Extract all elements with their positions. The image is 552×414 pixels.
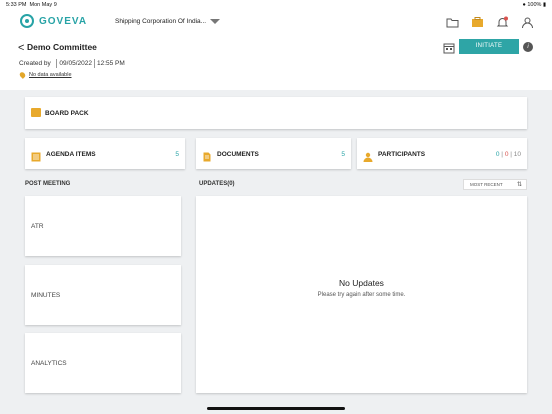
documents-count: 5 <box>341 151 345 158</box>
post-meeting-item-label: MINUTES <box>31 292 61 299</box>
organization-name: Shipping Corporation Of India... <box>115 18 207 25</box>
board-pack-label: BOARD PACK <box>45 110 89 117</box>
back-icon[interactable]: < <box>18 42 24 54</box>
post-meeting-item-atr[interactable]: ATR <box>25 196 181 256</box>
empty-state-title: No Updates <box>339 278 384 288</box>
agenda-icon <box>31 149 41 162</box>
sort-label: MOST RECENT <box>470 182 503 187</box>
participants-count-declined: 0 <box>504 151 509 158</box>
created-date: 09/05/2022 <box>59 60 92 68</box>
logo-icon <box>20 14 34 28</box>
briefcase-icon <box>31 108 41 117</box>
post-meeting-item-label: ATR <box>31 223 44 230</box>
location-text: No data available <box>29 72 72 78</box>
created-info: Created by 09/05/2022 12:55 PM <box>19 59 125 68</box>
post-meeting-item-analytics[interactable]: ANALYTICS <box>25 333 181 393</box>
status-battery: ● 100% ▮ <box>522 2 547 8</box>
sort-icon: ⇅ <box>516 182 522 188</box>
sort-dropdown[interactable]: MOST RECENT ⇅ <box>463 179 527 190</box>
created-time: 12:55 PM <box>96 60 125 68</box>
status-bar: 5:33 PM Mon May 9 ● 100% ▮ <box>0 0 552 10</box>
agenda-items-label: AGENDA ITEMS <box>46 151 96 158</box>
participants-label: PARTICIPANTS <box>378 151 426 158</box>
divider <box>93 59 95 68</box>
chevron-down-icon <box>210 19 221 24</box>
briefcase-icon[interactable] <box>471 16 484 29</box>
documents-card[interactable]: DOCUMENTS 5 <box>196 138 351 169</box>
calendar-icon[interactable] <box>443 41 455 54</box>
post-meeting-item-label: ANALYTICS <box>31 360 67 367</box>
initiate-button[interactable]: INITIATE <box>459 39 519 54</box>
divider <box>56 59 58 68</box>
empty-state-subtitle: Please try again after some time. <box>317 292 406 298</box>
location-pin-icon <box>18 71 27 79</box>
participants-count-total: 10 <box>513 151 521 158</box>
participants-counts: 0 | 0 | 10 <box>495 151 521 158</box>
board-pack-card[interactable]: BOARD PACK <box>25 97 527 129</box>
user-icon[interactable] <box>521 16 534 29</box>
documents-label: DOCUMENTS <box>217 151 259 158</box>
top-bar: GOVEVA Shipping Corporation Of India... <box>0 10 552 37</box>
agenda-items-count: 5 <box>175 151 179 158</box>
meeting-header: < Demo Committee Created by 09/05/2022 12… <box>0 36 552 90</box>
top-icons <box>446 16 534 29</box>
participants-count-accepted: 0 <box>495 151 500 158</box>
logo-text: GOVEVA <box>39 15 88 27</box>
location-link[interactable]: No data available <box>18 71 72 79</box>
participant-icon <box>363 149 373 162</box>
document-icon <box>202 149 212 162</box>
updates-panel: No Updates Please try again after some t… <box>196 196 527 393</box>
created-by-label: Created by <box>19 60 51 68</box>
participants-card[interactable]: PARTICIPANTS 0 | 0 | 10 <box>357 138 527 169</box>
info-icon[interactable]: i <box>523 42 533 52</box>
post-meeting-heading: POST MEETING <box>25 181 71 187</box>
page-title: Demo Committee <box>27 42 97 52</box>
bell-icon[interactable] <box>496 16 509 29</box>
status-time: 5:33 PM Mon May 9 <box>6 2 57 8</box>
agenda-items-card[interactable]: AGENDA ITEMS 5 <box>25 138 185 169</box>
app-logo[interactable]: GOVEVA <box>20 14 87 28</box>
home-indicator[interactable] <box>207 407 345 410</box>
organization-selector[interactable]: Shipping Corporation Of India... <box>115 18 221 25</box>
post-meeting-item-minutes[interactable]: MINUTES <box>25 265 181 325</box>
updates-heading: UPDATES(0) <box>199 181 235 187</box>
folder-icon[interactable] <box>446 16 459 29</box>
